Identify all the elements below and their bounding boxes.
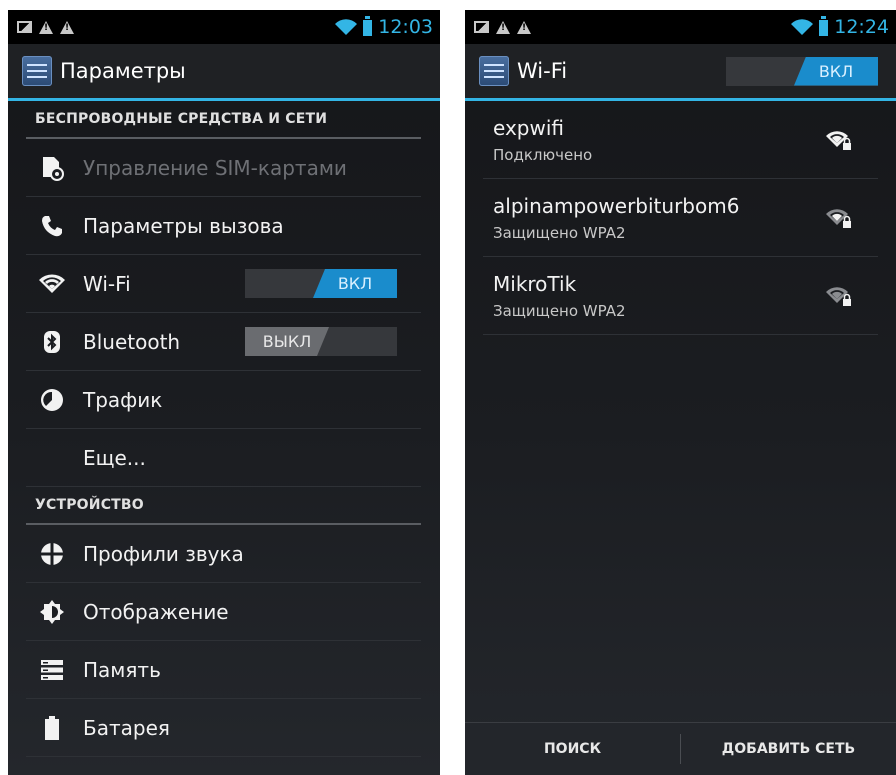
settings-app-icon[interactable] xyxy=(22,56,52,86)
traffic-item[interactable]: Трафик xyxy=(26,371,421,429)
network-status: Защищено WPA2 xyxy=(493,302,626,320)
wifi-lock-icon xyxy=(826,287,851,306)
warning-icon xyxy=(517,20,531,34)
page-title: Wi-Fi xyxy=(517,59,568,83)
clock: 12:24 xyxy=(834,16,889,38)
wifi-icon xyxy=(39,271,65,297)
network-ssid: expwifi xyxy=(493,116,564,140)
wifi-signal-icon xyxy=(791,18,814,35)
sim-card-icon xyxy=(39,155,65,181)
bluetooth-icon xyxy=(39,329,65,355)
memory-label: Память xyxy=(83,657,161,682)
image-notification-icon xyxy=(474,21,489,33)
battery-item[interactable]: Батарея xyxy=(26,699,421,757)
wifi-item[interactable]: Wi-Fi ВКЛ xyxy=(26,255,421,313)
sound-profiles-label: Профили звука xyxy=(83,541,244,566)
display-item[interactable]: Отображение xyxy=(26,583,421,641)
warning-icon xyxy=(39,20,53,34)
battery-setting-icon xyxy=(39,715,65,741)
network-item[interactable]: expwifi Подключено xyxy=(483,101,878,179)
wifi-lock-icon xyxy=(826,209,851,228)
battery-icon xyxy=(363,16,373,36)
bottom-action-bar: ПОИСК ДОБАВИТЬ СЕТЬ xyxy=(465,722,896,775)
call-settings-label: Параметры вызова xyxy=(83,213,284,238)
network-ssid: alpinampowerbiturbom6 xyxy=(493,194,740,218)
add-network-button[interactable]: ДОБАВИТЬ СЕТЬ xyxy=(681,723,896,775)
action-bar: Wi-Fi ВКЛ xyxy=(465,44,896,101)
bluetooth-toggle[interactable]: ВЫКЛ xyxy=(245,327,397,356)
battery-label: Батарея xyxy=(83,715,170,740)
wifi-screen: 12:24 Wi-Fi ВКЛ expwifi Подключено alpin… xyxy=(465,10,896,775)
more-item[interactable]: Еще... xyxy=(26,429,421,487)
wifi-master-toggle[interactable]: ВКЛ xyxy=(726,56,878,86)
more-label: Еще... xyxy=(83,445,146,470)
wifi-label: Wi-Fi xyxy=(83,271,131,296)
bluetooth-item[interactable]: Bluetooth ВЫКЛ xyxy=(26,313,421,371)
network-status: Подключено xyxy=(493,146,593,164)
settings-app-icon[interactable] xyxy=(479,56,509,86)
traffic-label: Трафик xyxy=(83,387,163,412)
scan-button[interactable]: ПОИСК xyxy=(465,723,680,775)
network-list: expwifi Подключено alpinampowerbiturbom6… xyxy=(465,101,896,335)
wifi-lock-icon xyxy=(826,131,851,150)
section-header-device: УСТРОЙСТВО xyxy=(26,487,421,525)
status-bar: 12:24 xyxy=(465,10,896,44)
action-bar: Параметры xyxy=(8,44,440,101)
wifi-signal-icon xyxy=(335,18,358,35)
network-ssid: MikroTik xyxy=(493,272,577,296)
status-bar: 12:03 xyxy=(8,10,440,44)
settings-screen: 12:03 Параметры БЕСПРОВОДНЫЕ СРЕДСТВА И … xyxy=(8,10,440,775)
network-item[interactable]: MikroTik Защищено WPA2 xyxy=(483,257,878,335)
clock: 12:03 xyxy=(378,16,433,38)
network-item[interactable]: alpinampowerbiturbom6 Защищено WPA2 xyxy=(483,179,878,257)
memory-item[interactable]: Память xyxy=(26,641,421,699)
image-notification-icon xyxy=(17,21,32,33)
call-settings-item[interactable]: Параметры вызова xyxy=(26,197,421,255)
bluetooth-label: Bluetooth xyxy=(83,329,181,354)
wifi-toggle-state: ВКЛ xyxy=(313,269,397,298)
sim-management-item[interactable]: Управление SIM-картами xyxy=(26,139,421,197)
page-title: Параметры xyxy=(60,59,186,83)
wifi-master-toggle-state: ВКЛ xyxy=(794,56,878,86)
warning-icon xyxy=(496,20,510,34)
bluetooth-toggle-state: ВЫКЛ xyxy=(245,327,329,356)
sim-management-label: Управление SIM-картами xyxy=(83,155,347,180)
battery-icon xyxy=(819,16,829,36)
display-label: Отображение xyxy=(83,599,229,624)
section-header-wireless: БЕСПРОВОДНЫЕ СРЕДСТВА И СЕТИ xyxy=(26,101,421,139)
warning-icon xyxy=(60,20,74,34)
wifi-toggle[interactable]: ВКЛ xyxy=(245,269,397,298)
sound-profiles-item[interactable]: Профили звука xyxy=(26,525,421,583)
network-status: Защищено WPA2 xyxy=(493,224,626,242)
phone-icon xyxy=(39,213,65,239)
data-usage-icon xyxy=(39,387,65,413)
brightness-icon xyxy=(39,599,65,625)
storage-icon xyxy=(39,657,65,683)
sound-profiles-icon xyxy=(39,541,65,567)
